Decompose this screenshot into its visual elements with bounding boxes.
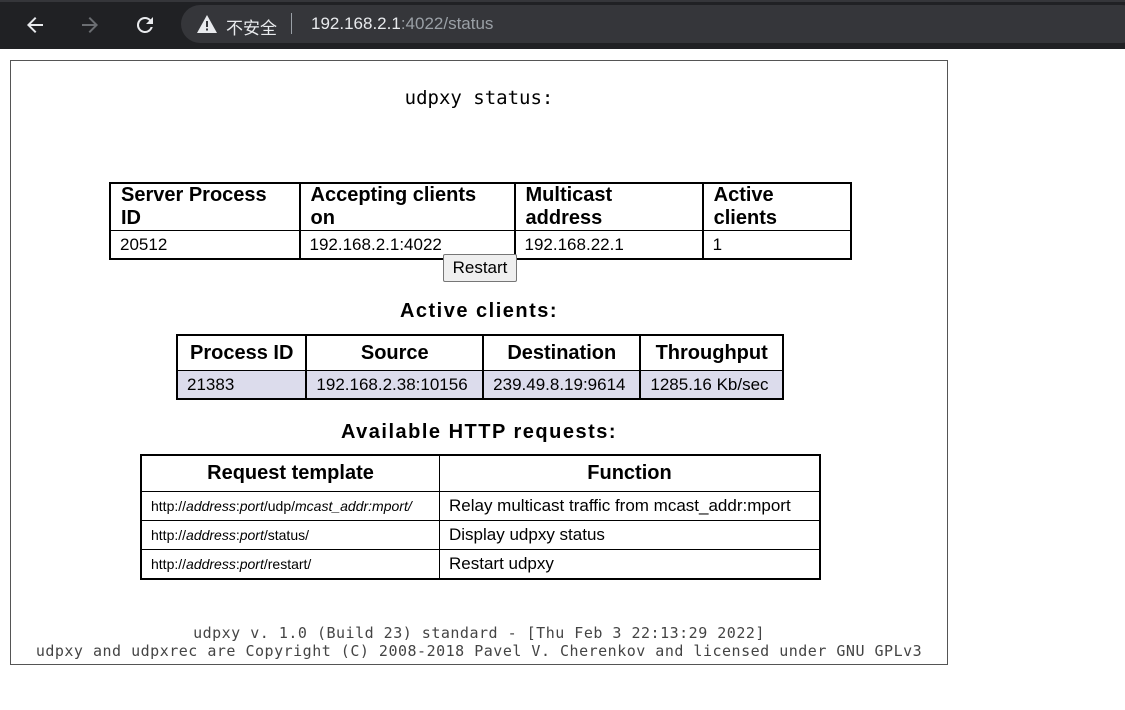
header-active-clients: Active clients <box>701 182 853 231</box>
arrow-right-icon <box>82 17 98 33</box>
req-port: port <box>239 556 264 572</box>
restart-button[interactable]: Restart <box>443 254 517 282</box>
req-port: port <box>239 498 264 514</box>
forward-button[interactable] <box>72 7 108 43</box>
reload-icon <box>136 16 153 33</box>
footer-version: udpxy v. 1.0 (Build 23) standard - [Thu … <box>193 624 765 642</box>
table-row: http://address:port/status/ Display udpx… <box>140 520 821 550</box>
header-process-id: Process ID <box>175 334 308 371</box>
reload-button[interactable] <box>127 7 163 43</box>
url-path: :4022/status <box>400 14 494 33</box>
req-address: address <box>186 527 236 543</box>
req-prefix: http:// <box>151 527 187 543</box>
req-prefix: http:// <box>151 556 187 572</box>
header-server-pid: Server Process ID <box>109 182 301 231</box>
request-template-cell: http://address:port/status/ <box>140 520 440 550</box>
warning-icon <box>197 15 217 33</box>
header-destination: Destination <box>482 334 642 371</box>
table-row: http://address:port/restart/ Restart udp… <box>140 549 821 580</box>
header-function: Function <box>439 454 821 492</box>
client-destination-cell: 239.49.8.19:9614 <box>482 370 642 400</box>
clients-heading: Active clients: <box>399 300 559 322</box>
arrow-left-icon <box>27 17 43 33</box>
requests-heading: Available HTTP requests: <box>340 421 618 443</box>
url-text[interactable]: 192.168.2.1:4022/status <box>311 14 493 34</box>
address-separator <box>291 13 292 34</box>
req-address: address <box>186 556 236 572</box>
browser-toolbar: 不安全 192.168.2.1:4022/status <box>0 0 1125 49</box>
req-port: port <box>239 527 264 543</box>
requests-table: Request template Function http://address… <box>140 454 821 580</box>
req-mport: mport <box>372 498 408 514</box>
req-path: /status/ <box>263 527 309 543</box>
active-clients-cell: 1 <box>701 230 853 260</box>
header-accepting: Accepting clients on <box>298 182 516 231</box>
security-label[interactable]: 不安全 <box>226 14 277 39</box>
header-request-template: Request template <box>140 454 440 492</box>
req-path: /udp/ <box>263 498 295 514</box>
multicast-cell: 192.168.22.1 <box>513 230 704 260</box>
footer-copyright: udpxy and udpxrec are Copyright (C) 2008… <box>35 642 923 660</box>
status-page: udpxy status: Server Process ID Acceptin… <box>10 60 948 665</box>
table-row: 21383 192.168.2.38:10156 239.49.8.19:961… <box>175 370 784 400</box>
address-bar[interactable]: 不安全 192.168.2.1:4022/status <box>181 5 1125 43</box>
req-path: /restart/ <box>263 556 312 572</box>
clients-table-header: Process ID Source Destination Throughput <box>175 334 784 371</box>
url-host: 192.168.2.1 <box>311 14 401 33</box>
clients-table: Process ID Source Destination Throughput… <box>175 334 784 400</box>
client-source-cell: 192.168.2.38:10156 <box>305 370 485 400</box>
page-title: udpxy status: <box>404 87 554 109</box>
server-table: Server Process ID Accepting clients on M… <box>109 182 853 260</box>
server-pid-cell: 20512 <box>109 230 301 260</box>
request-template-cell: http://address:port/restart/ <box>140 549 440 580</box>
toolbar-top-strip <box>0 0 1125 2</box>
client-throughput-cell: 1285.16 Kb/sec <box>639 370 784 400</box>
req-address: address <box>186 498 236 514</box>
function-cell: Relay multicast traffic from mcast_addr:… <box>439 491 821 521</box>
header-multicast: Multicast address <box>513 182 704 231</box>
requests-table-header: Request template Function <box>140 454 821 492</box>
client-pid-cell: 21383 <box>175 370 308 400</box>
table-row: http://address:port/udp/mcast_addr:mport… <box>140 491 821 521</box>
req-prefix: http:// <box>151 498 187 514</box>
server-table-header: Server Process ID Accepting clients on M… <box>109 182 853 231</box>
request-template-cell: http://address:port/udp/mcast_addr:mport… <box>140 491 440 521</box>
req-tail: / <box>407 498 412 514</box>
header-source: Source <box>305 334 485 371</box>
header-throughput: Throughput <box>639 334 784 371</box>
function-cell: Restart udpxy <box>439 549 821 580</box>
function-cell: Display udpxy status <box>439 520 821 550</box>
req-mcast-addr: mcast_addr <box>295 498 369 514</box>
back-button[interactable] <box>17 7 53 43</box>
